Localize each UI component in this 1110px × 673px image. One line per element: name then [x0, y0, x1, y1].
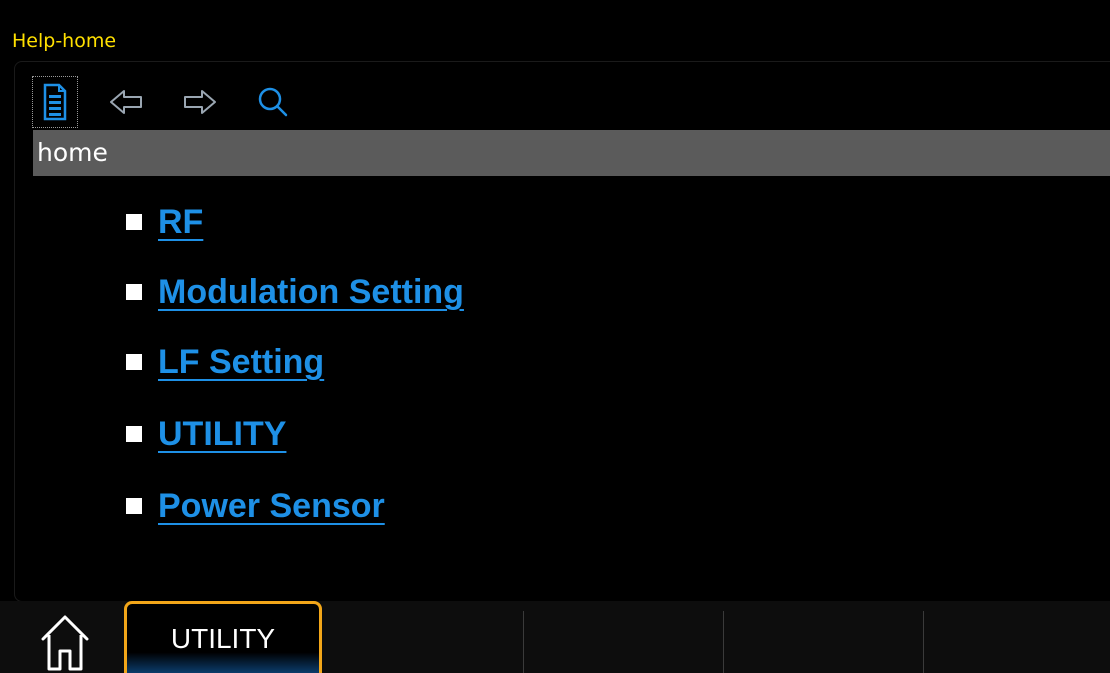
topic-link-lf-setting[interactable]: LF Setting [158, 342, 324, 382]
topic-item: Power Sensor [126, 482, 385, 530]
topic-item: UTILITY [126, 410, 286, 458]
bullet-icon [126, 426, 142, 442]
softkey-4[interactable] [924, 601, 1110, 673]
softkey-3[interactable] [724, 601, 922, 673]
softkey-bar: UTILITY [0, 601, 1110, 673]
topic-item: Modulation Setting [126, 268, 464, 316]
home-icon [41, 615, 89, 671]
bullet-icon [126, 498, 142, 514]
bullet-icon [126, 284, 142, 300]
bullet-icon [126, 214, 142, 230]
softkey-label: UTILITY [170, 623, 276, 654]
topic-link-utility[interactable]: UTILITY [158, 414, 286, 454]
softkey-utility[interactable]: UTILITY [124, 601, 322, 673]
topic-link-rf[interactable]: RF [158, 202, 203, 242]
topic-list: RF Modulation Setting LF Setting UTILITY… [0, 0, 1110, 600]
topic-item: LF Setting [126, 338, 324, 386]
bullet-icon [126, 354, 142, 370]
home-button[interactable] [30, 609, 100, 673]
softkey-2[interactable] [524, 601, 722, 673]
topic-link-modulation-setting[interactable]: Modulation Setting [158, 272, 464, 312]
help-screen: Help-home home RF Modulation Setting LF … [0, 0, 1110, 673]
topic-link-power-sensor[interactable]: Power Sensor [158, 486, 385, 526]
topic-item: RF [126, 198, 203, 246]
